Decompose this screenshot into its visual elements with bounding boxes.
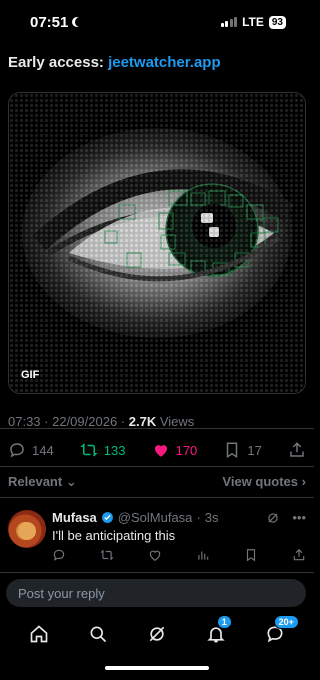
notifications-badge: 1	[216, 615, 232, 629]
divider	[0, 497, 314, 498]
reply-author-handle[interactable]: @SolMufasa	[118, 510, 193, 525]
like-button[interactable]: 170	[152, 441, 198, 459]
signal-icon	[220, 17, 238, 27]
reply-post[interactable]: Mufasa @SolMufasa · 3s ••• I'll be antic…	[8, 508, 306, 568]
tab-search[interactable]	[85, 621, 111, 647]
system-indicators: LTE 93	[220, 15, 286, 29]
share-icon[interactable]	[292, 548, 306, 562]
tab-grok[interactable]	[144, 621, 170, 647]
reply-count: 144	[32, 442, 54, 458]
home-indicator[interactable]	[105, 666, 209, 670]
reply-actions	[52, 548, 306, 562]
replies-sort-bar: Relevant ⌄ View quotes ›	[8, 474, 306, 490]
reply-text: I'll be anticipating this	[52, 528, 176, 543]
sort-label: Relevant	[8, 474, 63, 489]
tweet-time: 07:33	[8, 414, 41, 429]
retweet-count: 133	[103, 442, 126, 458]
like-count: 170	[175, 442, 198, 458]
clock-time: 07:51	[30, 13, 69, 31]
heart-icon[interactable]	[148, 548, 162, 562]
search-icon	[90, 626, 107, 643]
reply-button[interactable]: 144	[8, 441, 54, 459]
sort-dropdown[interactable]: Relevant ⌄	[8, 474, 77, 490]
bookmark-button[interactable]: 17	[223, 441, 262, 459]
view-quotes-link[interactable]: View quotes ›	[222, 474, 306, 490]
tab-messages[interactable]: 20+	[262, 615, 299, 647]
view-quotes-label: View quotes	[222, 474, 299, 489]
focus-moon-icon	[75, 17, 85, 27]
tweet-meta: 07:33 · 22/09/2026 · 2.7K Views	[8, 414, 195, 429]
grok-icon	[149, 626, 165, 642]
retweet-button[interactable]: 133	[80, 441, 126, 459]
battery-icon: 93	[268, 15, 286, 29]
tweet-text-prefix: Early access:	[8, 54, 109, 71]
tweet-text: Early access: jeetwatcher.app	[8, 54, 221, 71]
divider	[0, 572, 314, 573]
chevron-down-icon: ⌄	[65, 474, 77, 489]
bookmark-icon[interactable]	[244, 548, 258, 562]
divider	[0, 466, 314, 467]
heart-icon	[154, 445, 167, 457]
tweet-date: 22/09/2026	[52, 414, 118, 429]
chevron-right-icon: ›	[301, 474, 306, 489]
tab-notifications[interactable]: 1	[203, 615, 232, 647]
views-label: Views	[159, 414, 195, 429]
views-count: 2.7K	[128, 414, 157, 429]
eye-image	[9, 93, 305, 393]
bookmark-icon	[227, 442, 238, 459]
home-icon	[31, 625, 48, 643]
retweet-icon[interactable]	[100, 548, 114, 562]
reply-icon[interactable]	[52, 548, 66, 562]
reply-icon	[10, 443, 24, 458]
more-options-icon[interactable]: •••	[292, 510, 306, 525]
grok-icon[interactable]	[266, 511, 280, 525]
tab-home[interactable]	[26, 621, 52, 647]
views-icon[interactable]	[196, 548, 210, 562]
messages-badge: 20+	[273, 615, 299, 629]
tweet-actions: 144 133 170 17	[8, 438, 306, 462]
reply-header-actions: •••	[266, 510, 306, 525]
network-label: LTE	[242, 15, 264, 29]
reply-header: Mufasa @SolMufasa · 3s	[52, 510, 219, 525]
avatar[interactable]	[8, 510, 46, 548]
tweet-link[interactable]: jeetwatcher.app	[108, 54, 221, 71]
verified-badge-icon	[101, 512, 113, 523]
separator-dot: ·	[196, 510, 201, 525]
divider	[0, 428, 314, 429]
tweet-media-gif[interactable]: GIF	[8, 92, 306, 394]
bottom-tab-bar: 1 20+	[0, 615, 314, 652]
reply-age: 3s	[204, 510, 219, 525]
share-button[interactable]	[288, 441, 306, 459]
composer-placeholder: Post your reply	[18, 585, 105, 601]
reply-composer-input[interactable]: Post your reply	[6, 579, 306, 607]
status-bar: 07:51 LTE 93	[0, 0, 314, 44]
clock: 07:51	[30, 14, 82, 31]
gif-badge: GIF	[21, 369, 40, 381]
share-icon	[290, 442, 304, 457]
bookmark-count: 17	[247, 442, 262, 458]
reply-author-name[interactable]: Mufasa	[52, 510, 97, 525]
retweet-icon	[80, 443, 98, 457]
